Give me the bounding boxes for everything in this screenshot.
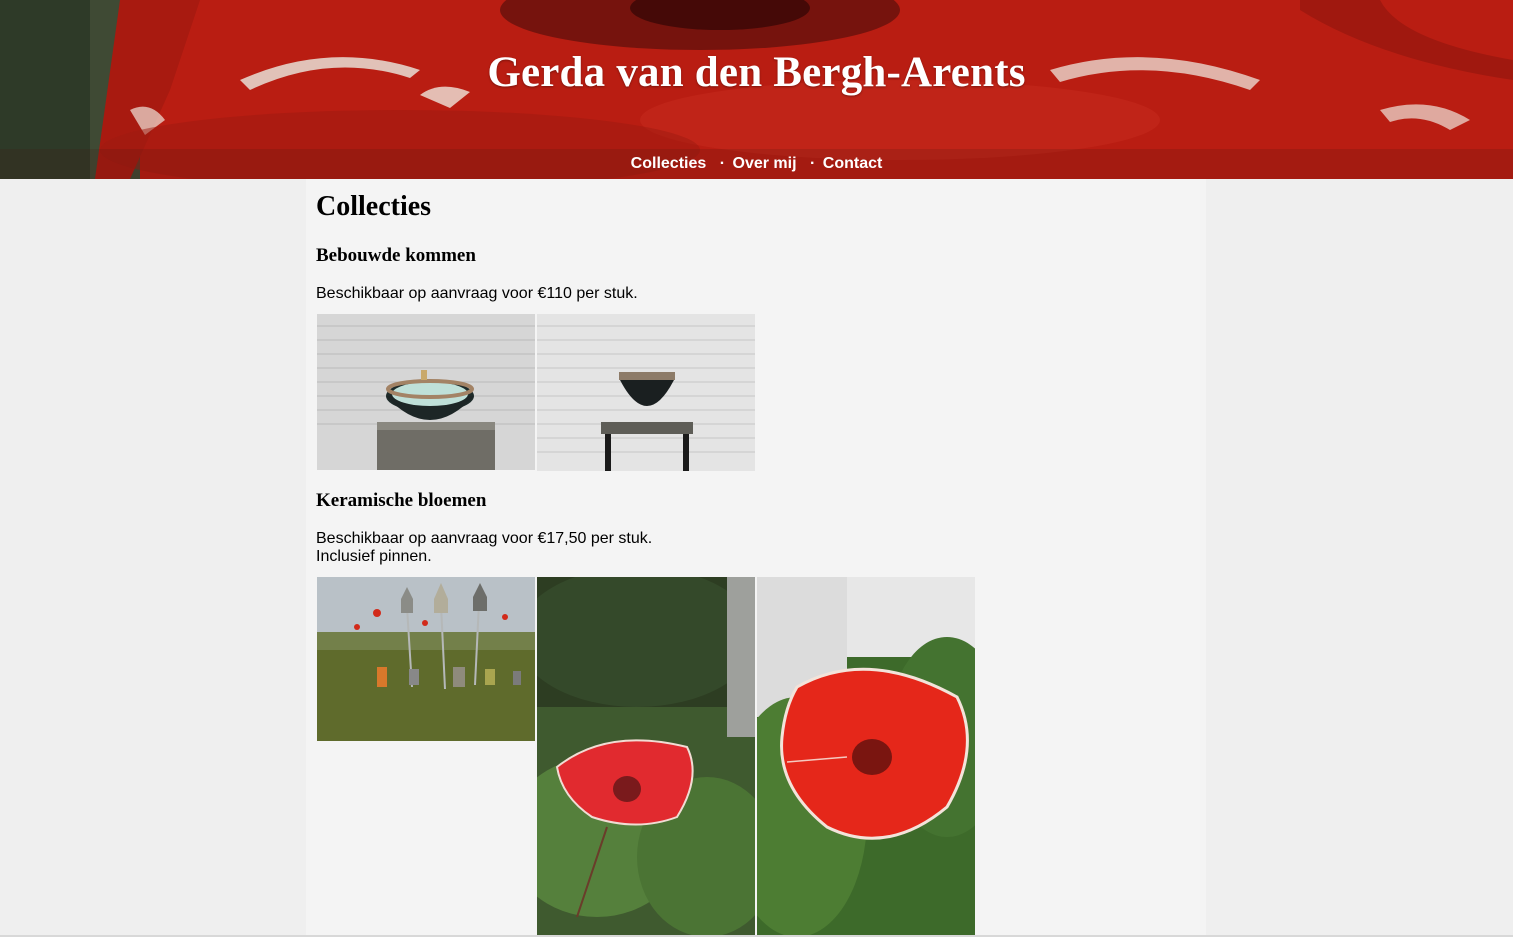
nav-link-contact[interactable]: Contact xyxy=(823,155,883,172)
nav-separator: · xyxy=(719,155,726,172)
nav-link-collecties[interactable]: Collecties xyxy=(631,155,707,172)
main-content: Collecties Bebouwde kommen Beschikbaar o… xyxy=(306,179,1206,937)
nav-link-over-mij[interactable]: Over mij xyxy=(733,155,797,172)
site-title: Gerda van den Bergh-Arents xyxy=(487,49,1026,96)
bowl-on-pedestal-photo[interactable] xyxy=(317,314,535,470)
section-title-bebouwde-kommen: Bebouwde kommen xyxy=(316,245,476,266)
poppy-closeup-photo[interactable] xyxy=(757,577,975,937)
section-text-bebouwde-kommen: Beschikbaar op aanvraag voor €110 per st… xyxy=(316,285,638,303)
poppy-in-garden-photo[interactable] xyxy=(537,577,755,937)
section-text-line: Inclusief pinnen. xyxy=(316,548,432,565)
main-nav: Collecties · Over mij · Contact xyxy=(0,149,1513,179)
bowl-side-view-photo[interactable] xyxy=(537,314,755,471)
page-title: Collecties xyxy=(316,191,432,222)
section-text-keramische-bloemen: Beschikbaar op aanvraag voor €17,50 per … xyxy=(316,530,652,566)
section-text-line: Beschikbaar op aanvraag voor €110 per st… xyxy=(316,285,638,302)
section-title-keramische-bloemen: Keramische bloemen xyxy=(316,490,487,511)
section-text-line: Beschikbaar op aanvraag voor €17,50 per … xyxy=(316,530,653,547)
header-banner: Gerda van den Bergh-Arents Collecties · … xyxy=(0,0,1513,179)
nav-separator: · xyxy=(809,155,816,172)
field-installation-photo[interactable] xyxy=(317,577,535,741)
